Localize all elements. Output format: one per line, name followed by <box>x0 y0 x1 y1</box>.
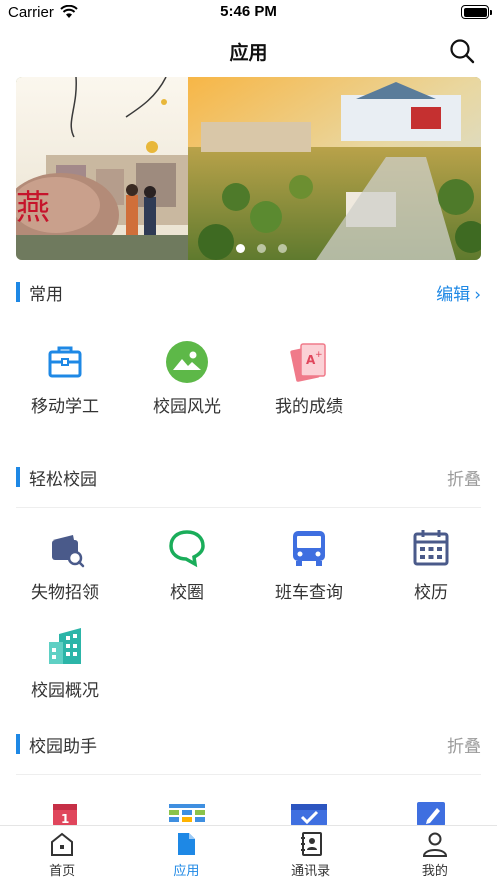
app-label: 我的成绩 <box>275 397 343 417</box>
app-lost-and-found[interactable]: 失物招领 <box>3 526 127 603</box>
tab-label: 通讯录 <box>291 864 331 879</box>
status-bar: Carrier 5:46 PM <box>0 0 497 26</box>
tab-me[interactable]: 我的 <box>373 826 497 883</box>
grade-card-icon: A + <box>290 343 326 382</box>
carousel-dot-1[interactable] <box>236 244 245 253</box>
carousel-dot-2[interactable] <box>257 244 266 253</box>
collapse-button[interactable]: 折叠 <box>447 732 481 757</box>
section-common-title: 常用 <box>29 285 63 305</box>
app-campus-scenery[interactable]: 校园风光 <box>125 340 249 417</box>
contacts-icon <box>300 832 322 856</box>
app-my-grades[interactable]: A + 我的成绩 <box>247 340 371 417</box>
app-label: 失物招领 <box>31 583 99 603</box>
svg-text:1: 1 <box>61 812 69 826</box>
chevron-right-icon: › <box>474 285 481 305</box>
app-label: 校园风光 <box>153 397 221 417</box>
section-accent-bar <box>16 467 20 487</box>
tab-label: 首页 <box>49 864 76 879</box>
carousel-dot-3[interactable] <box>278 244 287 253</box>
bus-icon <box>293 531 325 566</box>
edit-button[interactable]: 编辑 › <box>436 280 481 305</box>
section-easy-campus-title: 轻松校园 <box>29 470 97 490</box>
battery-icon <box>461 5 492 19</box>
search-icon[interactable] <box>449 38 475 64</box>
tab-label: 应用 <box>173 864 200 879</box>
briefcase-icon <box>48 346 82 378</box>
banner-carousel[interactable]: 燕 <box>16 77 481 260</box>
calendar-check-icon[interactable] <box>287 800 331 826</box>
landscape-icon <box>166 341 208 383</box>
app-school-calendar[interactable]: 校历 <box>369 526 493 603</box>
section-campus-assistant-title: 校园助手 <box>29 737 97 757</box>
notebook-edit-icon[interactable] <box>409 800 453 826</box>
building-icon <box>49 628 81 664</box>
section-accent-bar <box>16 734 20 754</box>
app-shuttle-bus-query[interactable]: 班车查询 <box>247 526 371 603</box>
tab-contacts[interactable]: 通讯录 <box>249 826 373 883</box>
app-label: 校圈 <box>170 583 204 603</box>
tab-home[interactable]: 首页 <box>0 826 124 883</box>
page-title: 应用 <box>229 42 268 64</box>
tab-apps[interactable]: 应用 <box>124 826 248 883</box>
section-campus-assistant-header: 校园助手 折叠 <box>16 732 481 758</box>
app-campus-overview[interactable]: 校园概况 <box>3 624 127 701</box>
calendar-icon <box>413 530 449 566</box>
tab-bar: 首页 应用 通讯录 我的 <box>0 825 497 883</box>
section-divider <box>16 507 481 508</box>
section-common-header: 常用 编辑 › <box>16 280 481 306</box>
app-label: 校历 <box>414 583 448 603</box>
banner-caption-char: 燕 <box>16 188 50 228</box>
status-time: 5:46 PM <box>220 3 277 20</box>
app-campus-circle[interactable]: 校圈 <box>125 526 249 603</box>
app-label: 校园概况 <box>31 681 99 701</box>
app-label: 班车查询 <box>275 583 343 603</box>
calendar-day-icon[interactable]: 1 <box>43 800 87 826</box>
navigation-bar: 应用 <box>0 26 497 76</box>
app-doc-icon <box>178 833 196 855</box>
carousel-indicator[interactable] <box>16 244 481 253</box>
chat-bubble-icon <box>169 530 205 568</box>
home-icon <box>51 832 74 856</box>
banner-image: 燕 <box>16 77 481 260</box>
collapse-button[interactable]: 折叠 <box>447 465 481 490</box>
section-divider <box>16 774 481 775</box>
timetable-icon[interactable] <box>165 800 209 826</box>
tab-label: 我的 <box>421 864 448 879</box>
user-icon <box>422 832 447 857</box>
wallet-search-icon <box>52 535 85 568</box>
svg-text:+: + <box>315 350 323 360</box>
app-mobile-student-affairs[interactable]: 移动学工 <box>3 340 127 417</box>
section-accent-bar <box>16 282 20 302</box>
section-easy-campus-header: 轻松校园 折叠 <box>16 465 481 491</box>
app-label: 移动学工 <box>31 397 99 417</box>
